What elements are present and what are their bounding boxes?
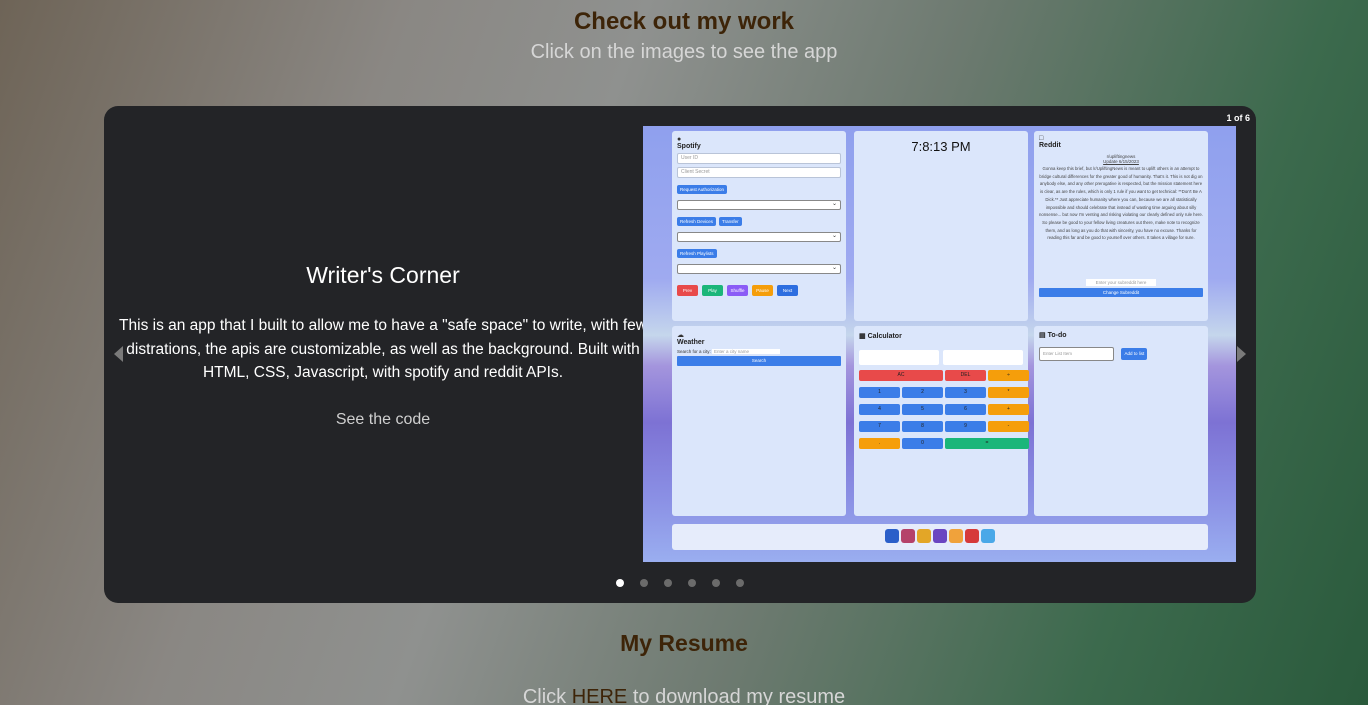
clock-card: 7:8:13 PM [854, 131, 1028, 321]
carousel-dot[interactable] [616, 579, 624, 587]
app-dock [672, 524, 1208, 550]
project-title: Writer's Corner [306, 262, 460, 288]
reddit-card: □ Reddit r/upliftingnews Update 6/15/202… [1034, 131, 1208, 321]
record-icon[interactable] [965, 529, 979, 543]
todo-card: ▤ To-do Enter List Item Add to list [1034, 326, 1208, 516]
reddit-post-text: Gonna keep this brief, but /r/UpliftingN… [1039, 166, 1203, 241]
calc-key[interactable]: 8 [902, 421, 943, 432]
calc-key[interactable]: 3 [945, 387, 986, 398]
spotify-icon: ● [677, 136, 682, 143]
refresh-devices-button[interactable]: Refresh Devices [677, 217, 717, 226]
refresh-playlists-button[interactable]: Refresh Playlists [677, 249, 717, 258]
clipboard-icon: ▤ [1039, 332, 1046, 339]
calc-key[interactable]: 6 [945, 404, 986, 415]
calc-key[interactable]: 7 [859, 421, 900, 432]
calc-key[interactable]: * [988, 387, 1029, 398]
calc-key[interactable]: . [859, 438, 900, 449]
project-screenshot[interactable]: ● Spotify User ID Client Secret Request … [643, 126, 1236, 562]
subreddit-input[interactable]: Enter your subreddit here [1086, 279, 1156, 286]
reddit-update[interactable]: Update 6/15/2023 [1039, 159, 1203, 164]
city-input[interactable]: Enter a city name [712, 349, 781, 354]
calc-key[interactable]: AC [859, 370, 943, 381]
chevron-down-icon: ⌄ [831, 265, 837, 271]
calc-key[interactable]: 5 [902, 404, 943, 415]
weather-card: ☁ Weather Search for a city: Enter a cit… [672, 326, 846, 516]
carousel-dot[interactable] [640, 579, 648, 587]
sunset-icon[interactable] [949, 529, 963, 543]
resume-prefix: Click [522, 686, 572, 705]
weather-title: Weather [677, 339, 705, 346]
carousel-dot[interactable] [736, 579, 744, 587]
device-select[interactable]: ⌄ [677, 200, 841, 210]
calc-key[interactable]: - [988, 421, 1029, 432]
calc-key[interactable]: 0 [902, 438, 943, 449]
project-info: Writer's Corner This is an app that I bu… [116, 106, 650, 603]
globe-icon[interactable] [885, 529, 899, 543]
calculator-title: Calculator [867, 333, 902, 340]
current-operand-display [943, 350, 1023, 365]
slide-counter: 1 of 6 [1226, 113, 1250, 123]
calculator-card: ▦ Calculator AC DEL ÷ 1 2 3 * 4 5 6 +7 8 9-. 0 = [854, 326, 1029, 516]
prev-button[interactable]: Prev [677, 285, 698, 296]
chevron-down-icon: ⌄ [831, 233, 837, 239]
music-icon[interactable] [933, 529, 947, 543]
carousel-dot[interactable] [664, 579, 672, 587]
project-description: This is an app that I built to allow me … [119, 317, 647, 381]
chevron-down-icon: ⌄ [831, 201, 837, 207]
pause-button[interactable]: Pause [752, 285, 773, 296]
shuffle-button[interactable]: Shuffle [727, 285, 748, 296]
spotify-card: ● Spotify User ID Client Secret Request … [672, 131, 846, 321]
play-button[interactable]: Play [702, 285, 723, 296]
weather-search-button[interactable]: Search [677, 356, 841, 366]
game-icon[interactable] [901, 529, 915, 543]
request-auth-button[interactable]: Request Authorization [677, 185, 728, 194]
carousel-dot[interactable] [688, 579, 696, 587]
resume-download-link[interactable]: HERE [572, 686, 628, 705]
reddit-title: Reddit [1039, 142, 1061, 149]
transfer-button[interactable]: Transfer [719, 217, 742, 226]
resume-text: Click HERE to download my resume [0, 686, 1368, 705]
calc-key[interactable]: = [945, 438, 1029, 449]
calc-key[interactable]: ÷ [988, 370, 1029, 381]
snowflake-icon[interactable] [981, 529, 995, 543]
next-slide-arrow-icon[interactable] [1237, 346, 1246, 362]
next-button[interactable]: Next [777, 285, 798, 296]
calc-key[interactable]: 2 [902, 387, 943, 398]
calculator-icon: ▦ [859, 333, 866, 340]
work-heading: Check out my work [573, 8, 795, 35]
calc-key[interactable]: DEL [945, 370, 986, 381]
carousel-dot[interactable] [712, 579, 720, 587]
work-subheading: Click on the images to see the app [530, 41, 838, 63]
cloud-icon: ☁ [677, 332, 684, 339]
spotify-title: Spotify [677, 143, 701, 150]
resume-heading: My Resume [620, 630, 748, 656]
compass-icon[interactable] [917, 529, 931, 543]
user-id-input[interactable]: User ID [677, 153, 841, 164]
add-to-list-button[interactable]: Add to list [1121, 347, 1148, 360]
todo-title: To-do [1047, 332, 1067, 339]
change-subreddit-button[interactable]: Change Subreddit [1039, 288, 1203, 297]
see-code-link[interactable]: See the code [116, 411, 650, 429]
previous-operand-display [859, 350, 939, 365]
client-secret-input[interactable]: Client Secret [677, 167, 841, 178]
clock-time: 7:8:13 PM [911, 139, 971, 154]
project-carousel: 1 of 6 Writer's Corner This is an app th… [104, 106, 1256, 603]
city-label: Search for a city: [677, 349, 711, 354]
resume-suffix: to download my resume [627, 686, 846, 705]
track-select[interactable]: ⌄ [677, 264, 841, 274]
calc-key[interactable]: 9 [945, 421, 986, 432]
calc-key[interactable]: 4 [859, 404, 900, 415]
carousel-indicators [104, 579, 1256, 587]
todo-input[interactable]: Enter List Item [1039, 346, 1114, 361]
calc-key[interactable]: + [988, 404, 1029, 415]
trash-icon: □ [1039, 135, 1044, 142]
playlist-select[interactable]: ⌄ [677, 232, 841, 242]
calc-key[interactable]: 1 [859, 387, 900, 398]
